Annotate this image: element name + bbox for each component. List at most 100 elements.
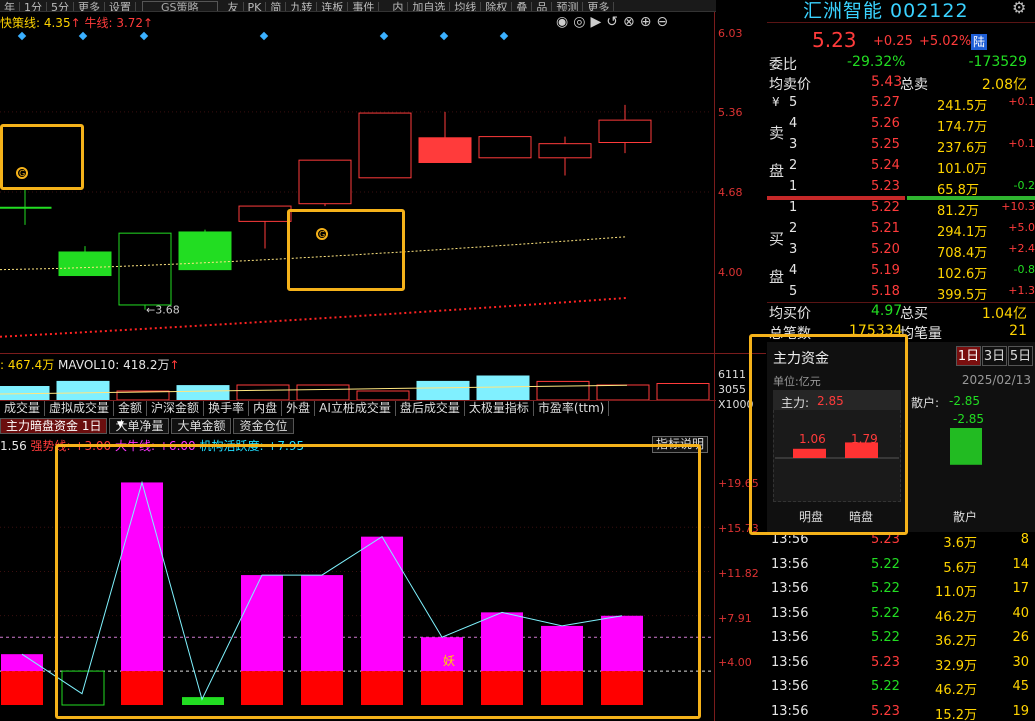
ask-level-row[interactable]: 3 5.25 237.6万 +0.1 (767, 137, 1035, 157)
settings-gear-icon[interactable]: ⚙ (1012, 0, 1026, 17)
tick-volume: 3.6万 (943, 536, 977, 551)
indicator-sub-tab[interactable]: 主力暗盘资金 1日 (0, 418, 108, 434)
toolbar-button[interactable]: 品 (532, 2, 553, 11)
toolbar-button[interactable]: 九转 (286, 2, 318, 11)
candle (118, 232, 172, 310)
tab-3d[interactable]: 3日 (982, 346, 1007, 366)
tick-volume: 32.9万 (935, 658, 977, 674)
tick-price: 5.23 (871, 703, 900, 719)
price-axis-label: 6.03 (718, 27, 743, 40)
ask-price: 5.27 (871, 95, 900, 110)
indicator-tab[interactable]: 盘后成交量 (396, 401, 465, 416)
chart-toolbar: 年 1分 5分 更多 设置 GS策略友 PK 简九转 连板 事件内加自选 均线 除权叠品预测 更多 (0, 0, 716, 12)
tick-volume: 11.0万 (935, 585, 977, 600)
bid-price: 5.22 (871, 200, 900, 215)
indicator-tab[interactable]: 内盘 (249, 401, 283, 416)
toolbar-button[interactable]: 连板 (317, 2, 349, 11)
tick-count: 30 (1012, 654, 1029, 670)
signal-diamond-icon (139, 31, 149, 41)
total-buy-label: 总买 (900, 306, 928, 322)
toolbar-button[interactable]: 叠 (512, 2, 533, 11)
toolbar-button[interactable]: 均线 (450, 2, 482, 11)
indicator-sub-tab[interactable]: 资金仓位 (233, 418, 294, 434)
tick-row: 13:56 5.23 3.6万 8 (767, 532, 1035, 554)
bid-level: 5 (789, 284, 798, 299)
tab-5d[interactable]: 5日 (1008, 346, 1033, 366)
indicator-sub-tab[interactable]: 大单金额 (171, 418, 232, 434)
candle (478, 136, 532, 159)
bid-volume: 399.5万 (937, 288, 988, 303)
bid-change: +10.3 (1001, 200, 1035, 213)
toolbar-button[interactable]: 年 (0, 2, 20, 11)
stock-title: 汇洲智能 002122 (803, 0, 969, 22)
highlight-box (287, 209, 405, 291)
bid-volume: 708.4万 (937, 246, 988, 261)
indicator-axis-label: +7.91 (718, 612, 752, 625)
volume-axis-label: 3055 (718, 383, 746, 396)
bull-line (0, 296, 628, 338)
toolbar-button[interactable]: 预测 (552, 2, 584, 11)
ask-level-row[interactable]: 4 5.26 174.7万 (767, 116, 1035, 136)
toolbar-button[interactable]: 事件 (348, 2, 380, 11)
dropdown-icon[interactable]: ▼ (112, 418, 129, 432)
signal-diamond-icon (499, 31, 509, 41)
indicator-tab[interactable]: AI立桩成交量 (315, 401, 396, 416)
toolbar-button[interactable]: 5分 (47, 2, 74, 11)
indicator-tab[interactable]: 金额 (114, 401, 148, 416)
tick-count: 45 (1012, 679, 1029, 694)
bid-level-row[interactable]: 4 5.19 102.6万 -0.8 (767, 263, 1035, 283)
indicator-tab[interactable]: 沪深金额 (147, 401, 205, 416)
toolbar-button[interactable]: 内 (388, 2, 409, 11)
indicator-tab[interactable]: 外盘 (282, 401, 316, 416)
bid-price: 5.18 (871, 284, 900, 299)
ask-volume: 101.0万 (937, 162, 988, 177)
ask-level: 3 (789, 137, 798, 152)
tick-volume: 46.2万 (935, 609, 977, 625)
candle (0, 187, 52, 225)
tick-count: 19 (1012, 703, 1029, 719)
ask-volume: 237.6万 (937, 141, 988, 156)
avg-buy-label: 均买价 (769, 306, 811, 322)
volume-bar (176, 385, 230, 400)
bid-level-row[interactable]: 1 5.22 81.2万 +10.3 (767, 200, 1035, 220)
indicator-tab[interactable]: 虚拟成交量 (45, 401, 115, 416)
toolbar-button[interactable]: PK (244, 2, 267, 11)
volume-bar (296, 384, 350, 400)
volume-chart[interactable] (0, 370, 716, 400)
indicator-tab[interactable]: 换手率 (204, 401, 250, 416)
signal-diamond-icon (379, 31, 389, 41)
toolbar-button[interactable]: 更多 (74, 2, 105, 11)
price-axis-label: 4.00 (718, 266, 743, 279)
indicator-tab[interactable]: 太极量指标 (465, 401, 534, 416)
toolbar-button[interactable]: 友 (224, 2, 244, 11)
tick-time: 13:56 (771, 581, 809, 596)
toolbar-button[interactable]: 设置 (105, 2, 136, 11)
toolbar-button[interactable]: 1分 (20, 2, 47, 11)
toolbar-button[interactable]: 简 (266, 2, 287, 11)
candlestick-chart[interactable]: ←3.68GG (0, 28, 716, 353)
toolbar-button[interactable]: 更多 (583, 2, 615, 11)
date-label: 2025/02/13 (961, 373, 1031, 387)
tick-time: 13:56 (771, 630, 809, 645)
tab-1d[interactable]: 1日 (956, 346, 981, 366)
bid-level-row[interactable]: 5 5.18 399.5万 +1.3 (767, 284, 1035, 304)
price-axis-label: 4.68 (718, 186, 743, 199)
toolbar-button[interactable]: 加自选 (408, 2, 451, 11)
tick-volume: 15.2万 (935, 707, 977, 721)
candle (418, 111, 472, 164)
volume-bar (356, 390, 410, 400)
last-price: 5.23 (812, 28, 857, 52)
bid-level-row[interactable]: 2 5.21 294.1万 +5.0 (767, 221, 1035, 241)
ask-level-row[interactable]: 2 5.24 101.0万 (767, 158, 1035, 178)
toolbar-button[interactable]: 除权 (481, 2, 513, 11)
bid-level-row[interactable]: 3 5.20 708.4万 +2.4 (767, 242, 1035, 262)
candle (298, 159, 352, 207)
indicator-tab[interactable]: 成交量 (0, 401, 46, 416)
ask-level-row[interactable]: ¥5 5.27 241.5万 +0.1 (767, 95, 1035, 115)
weibi-value: -29.32% (847, 54, 906, 70)
bid-level: 2 (789, 221, 798, 236)
indicator-tab[interactable]: 市盈率(ttm) (534, 401, 610, 416)
tick-count: 8 (1020, 532, 1029, 547)
bid-price: 5.21 (871, 221, 900, 236)
strategy-select[interactable]: GS策略 (142, 1, 218, 11)
